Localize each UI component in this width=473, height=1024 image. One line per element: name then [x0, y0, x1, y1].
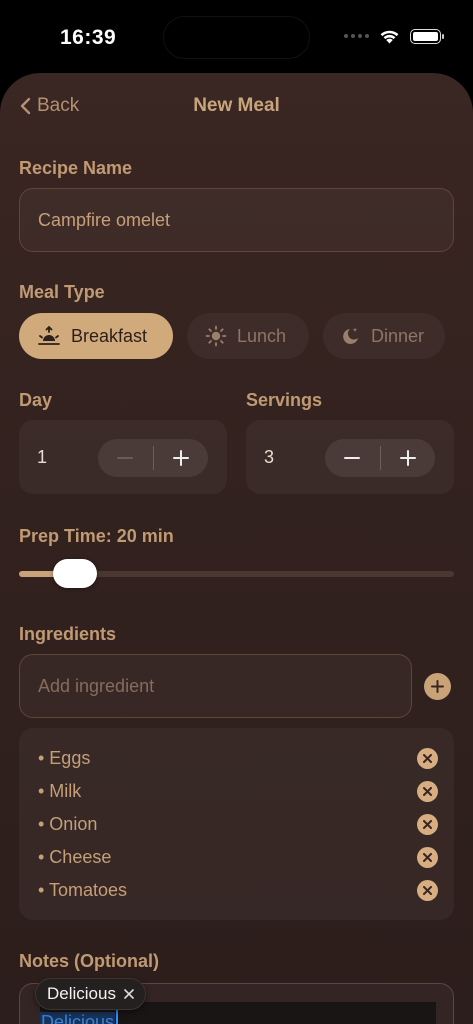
text-cursor — [116, 1008, 118, 1024]
prep-time-slider[interactable] — [19, 559, 454, 588]
add-ingredient-placeholder: Add ingredient — [38, 675, 155, 696]
recipe-name-label: Recipe Name — [19, 158, 133, 178]
ingredient-name: • Cheese — [38, 846, 112, 867]
ingredients-label: Ingredients — [19, 624, 117, 644]
add-ingredient-input[interactable]: Add ingredient — [19, 654, 412, 718]
meal-type-dinner-label: Dinner — [371, 325, 425, 346]
new-meal-sheet: Back New Meal Recipe Name Campfire omele… — [0, 73, 473, 1024]
close-icon[interactable] — [124, 989, 134, 999]
status-time: 16:39 — [60, 26, 117, 49]
notes-value: Delicious — [40, 1012, 116, 1024]
meal-type-dinner[interactable]: Dinner — [323, 313, 445, 359]
minus-icon — [117, 457, 134, 459]
plus-icon — [172, 450, 189, 466]
cellular-signal-icon — [344, 34, 369, 38]
list-item: • Tomatoes — [38, 876, 438, 904]
remove-ingredient-button[interactable] — [417, 879, 438, 901]
remove-ingredient-button[interactable] — [417, 846, 438, 868]
prep-time-slider-thumb[interactable] — [52, 559, 97, 588]
close-icon — [423, 852, 432, 862]
sunrise-icon — [38, 326, 60, 345]
day-stepper: 1 — [19, 420, 227, 494]
back-label: Back — [37, 95, 80, 116]
meal-type-breakfast-label: Breakfast — [71, 325, 148, 346]
servings-value: 3 — [264, 447, 275, 467]
recipe-name-value: Campfire omelet — [38, 209, 171, 230]
meal-type-label: Meal Type — [19, 282, 105, 302]
status-bar: 16:39 — [0, 0, 473, 76]
back-button[interactable]: Back — [20, 95, 79, 117]
day-label: Day — [19, 390, 53, 410]
wifi-icon — [380, 30, 399, 44]
list-item: • Onion — [38, 810, 438, 838]
servings-decrement-button[interactable] — [325, 439, 380, 477]
sun-icon — [205, 325, 227, 347]
servings-stepper-control — [325, 439, 435, 477]
meal-type-selector: Breakfast Lunch Dinner — [19, 313, 445, 359]
list-item: • Eggs — [38, 744, 438, 772]
close-icon — [423, 753, 432, 763]
autocomplete-suggestion-text: Delicious — [47, 984, 116, 1003]
servings-stepper: 3 — [246, 420, 454, 494]
meal-type-lunch[interactable]: Lunch — [187, 313, 309, 359]
ingredient-name: • Milk — [38, 780, 82, 801]
ingredient-name: • Eggs — [38, 747, 91, 768]
close-icon — [423, 819, 432, 829]
ingredient-name: • Onion — [38, 813, 98, 834]
minus-icon — [344, 457, 361, 459]
notes-label: Notes (Optional) — [19, 951, 159, 971]
dynamic-island — [163, 16, 310, 59]
remove-ingredient-button[interactable] — [417, 813, 438, 835]
day-increment-button[interactable] — [153, 439, 208, 477]
day-stepper-control — [98, 439, 208, 477]
servings-increment-button[interactable] — [380, 439, 435, 477]
servings-label: Servings — [246, 390, 323, 410]
status-icons — [344, 28, 444, 44]
remove-ingredient-button[interactable] — [417, 780, 438, 802]
add-ingredient-button[interactable] — [424, 673, 451, 700]
prep-time-label: Prep Time: 20 min — [19, 526, 174, 546]
day-decrement-button[interactable] — [98, 439, 153, 477]
remove-ingredient-button[interactable] — [417, 747, 438, 769]
moon-stars-icon — [343, 327, 358, 344]
plus-icon — [431, 680, 444, 693]
day-value: 1 — [37, 447, 48, 467]
plus-icon — [399, 450, 416, 466]
chevron-left-icon — [20, 97, 31, 115]
list-item: • Cheese — [38, 843, 438, 871]
battery-icon — [410, 28, 444, 44]
meal-type-lunch-label: Lunch — [237, 325, 287, 346]
close-icon — [423, 786, 432, 796]
close-icon — [423, 885, 432, 895]
meal-type-breakfast[interactable]: Breakfast — [19, 313, 173, 359]
autocomplete-suggestion[interactable]: Delicious — [35, 978, 146, 1010]
ingredients-list: • Eggs • Milk • Onion • Cheese • Tomatoe… — [19, 728, 454, 920]
recipe-name-input[interactable]: Campfire omelet — [19, 188, 454, 252]
ingredient-name: • Tomatoes — [38, 879, 128, 900]
list-item: • Milk — [38, 777, 438, 805]
